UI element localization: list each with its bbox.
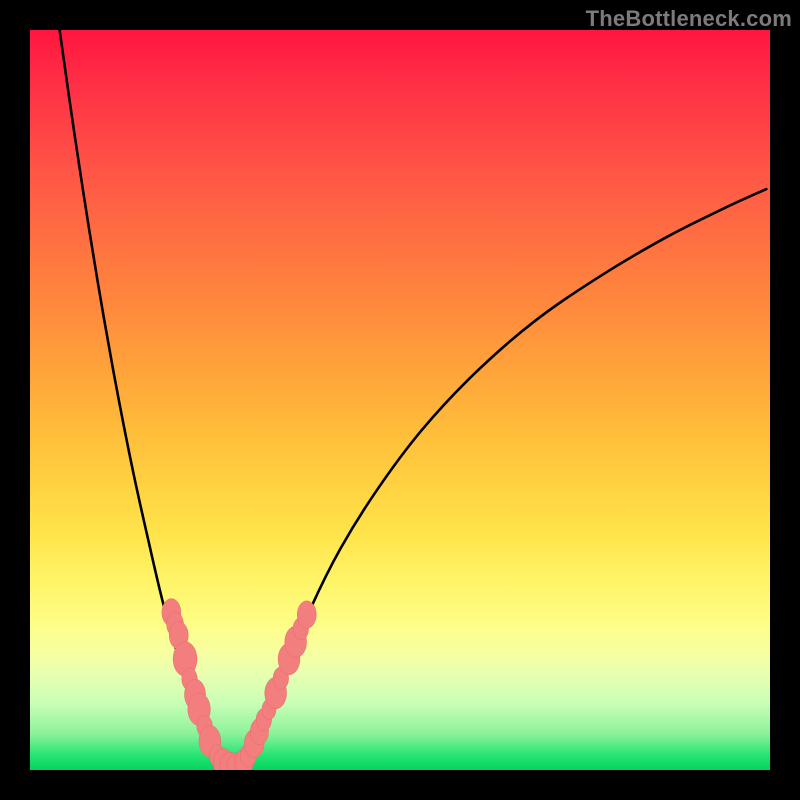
scatter-markers xyxy=(162,599,316,770)
watermark-text: TheBottleneck.com xyxy=(586,6,792,32)
left-branch-curve xyxy=(60,30,223,765)
chart-svg xyxy=(30,30,770,770)
right-branch-curve xyxy=(245,189,767,765)
scatter-point xyxy=(297,601,316,629)
chart-area xyxy=(30,30,770,770)
